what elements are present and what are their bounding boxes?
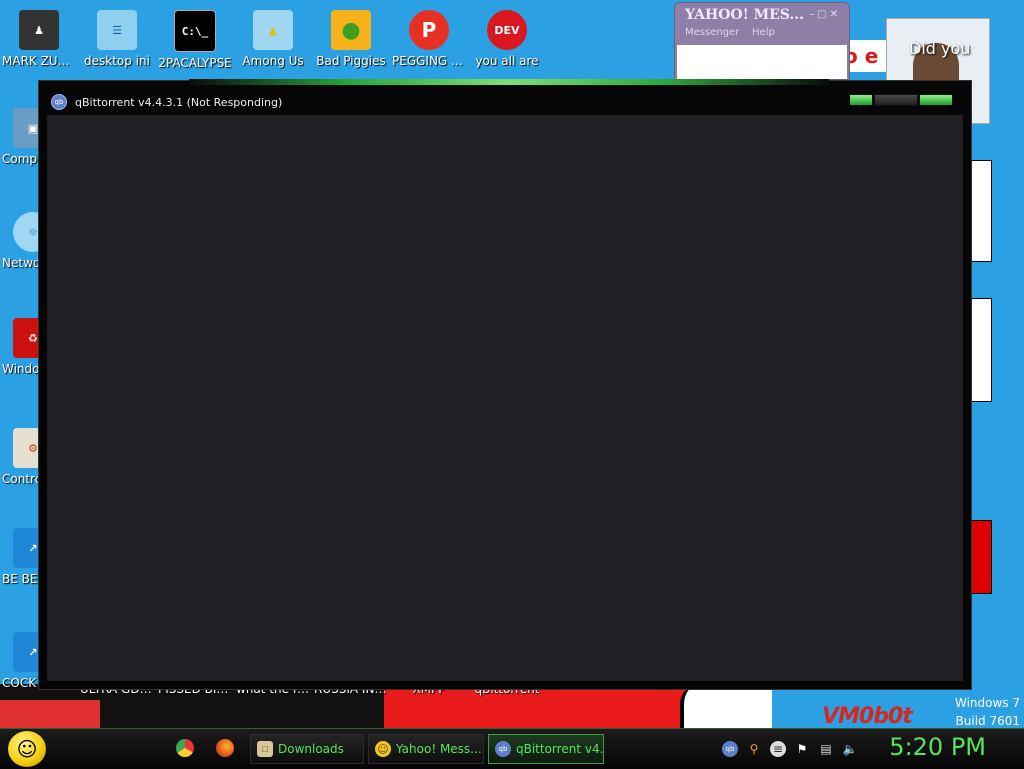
vm-logo: VM0b0t [822, 704, 913, 728]
taskbar: ☺ □ Downloads ☺ Yahoo! Mess... qb qBitto… [0, 728, 1024, 769]
dev-cpp-icon: DEV [487, 10, 527, 50]
yahoo-menu: Messenger Help [675, 27, 849, 38]
taskbar-button-qbittorrent[interactable]: qb qBittorrent v4... [488, 734, 604, 764]
yahoo-menu-messenger[interactable]: Messenger [685, 27, 739, 38]
desktop-icon-label: Bad Piggies [316, 54, 386, 68]
desktop-icon-label: desktop ini [84, 54, 150, 68]
qbittorrent-icon: qb [51, 94, 67, 110]
wallpaper-white-shape [680, 684, 772, 728]
windows-version: Windows 7 [954, 696, 1020, 710]
pegging-icon: P [409, 10, 449, 50]
desktop-icon-among-us[interactable]: ▲ Among Us [234, 10, 312, 69]
yahoo-window-controls[interactable]: –□✕ [809, 9, 841, 20]
tray-flag-icon[interactable]: ⚑ [794, 741, 810, 757]
window-controls [848, 94, 953, 106]
maximize-button[interactable] [874, 94, 918, 106]
photo-caption: Did you [909, 39, 971, 58]
taskbar-button-label: Yahoo! Mess... [396, 742, 482, 756]
tray-network-icon[interactable]: ▤ [818, 741, 834, 757]
desktop-icon-label: Among Us [242, 54, 304, 68]
desktop: VM0b0t Windows 7 Build 7601 o e Did you … [0, 0, 1024, 728]
taskbar-button-yahoo[interactable]: ☺ Yahoo! Mess... [368, 734, 484, 764]
tray-search-icon[interactable]: ⚲ [746, 741, 762, 757]
terminal-icon: C:\_ [174, 10, 216, 52]
tray-qbittorrent-icon[interactable]: qb [722, 741, 738, 757]
qbittorrent-icon: qb [495, 741, 511, 757]
wallpaper-red-strip-left [0, 700, 100, 728]
desktop-icon-you-all-are[interactable]: DEV you all are [468, 10, 546, 69]
folder-icon: □ [257, 741, 273, 757]
close-button[interactable] [919, 94, 953, 106]
firefox-icon[interactable] [216, 739, 234, 757]
tray-messenger-icon[interactable]: ≡ [770, 741, 786, 757]
taskbar-button-downloads[interactable]: □ Downloads [250, 734, 364, 764]
yahoo-icon: ☺ [375, 741, 391, 757]
among-us-icon: ▲ [253, 10, 293, 50]
start-button[interactable]: ☺ [8, 731, 46, 767]
desktop-icon-label: 2PACALYPSE [158, 56, 232, 70]
title-accent-glow [189, 79, 829, 85]
windows-build-info: Windows 7 Build 7601 [955, 694, 1020, 728]
desktop-icon-mark-zuckerberg[interactable]: ♟ MARK ZUCKERBERG [0, 10, 78, 69]
taskbar-button-label: Downloads [278, 742, 344, 756]
notepad-icon: ☰ [97, 10, 137, 50]
tray-volume-icon[interactable]: 🔈 [842, 741, 858, 757]
bad-piggies-icon: ● [331, 10, 371, 50]
desktop-icon-label: MARK ZUCKERBERG [2, 54, 78, 68]
taskbar-clock[interactable]: 5:20 PM [889, 733, 986, 761]
desktop-icon-label: PEGGING SIMULATOR [392, 54, 468, 68]
desktop-icon-2pacalypse[interactable]: C:\_ 2PACALYPSE [156, 10, 234, 71]
smiley-icon: ☺ [16, 737, 38, 761]
chrome-icon[interactable] [176, 739, 194, 757]
person-icon: ♟ [19, 10, 59, 50]
desktop-icon-bad-piggies[interactable]: ● Bad Piggies [312, 10, 390, 69]
yahoo-body [677, 45, 847, 79]
desktop-icon-label: you all are [475, 54, 539, 68]
yahoo-menu-help[interactable]: Help [752, 27, 775, 38]
qbittorrent-window[interactable]: qb qBittorrent v4.4.3.1 (Not Responding) [38, 79, 972, 690]
qbittorrent-titlebar[interactable]: qb qBittorrent v4.4.3.1 (Not Responding) [39, 89, 971, 115]
minimize-button[interactable] [849, 94, 873, 106]
window-title: qBittorrent v4.4.3.1 (Not Responding) [75, 95, 283, 109]
window-client-area [47, 115, 963, 681]
taskbar-button-label: qBittorrent v4... [516, 742, 604, 756]
windows-build: Build 7601 [955, 714, 1020, 728]
desktop-icon-pegging-simulator[interactable]: P PEGGING SIMULATOR [390, 10, 468, 69]
desktop-icon-desktop-ini[interactable]: ☰ desktop ini [78, 10, 156, 69]
yahoo-messenger-window[interactable]: YAHOO! MES... –□✕ Messenger Help [674, 2, 850, 80]
